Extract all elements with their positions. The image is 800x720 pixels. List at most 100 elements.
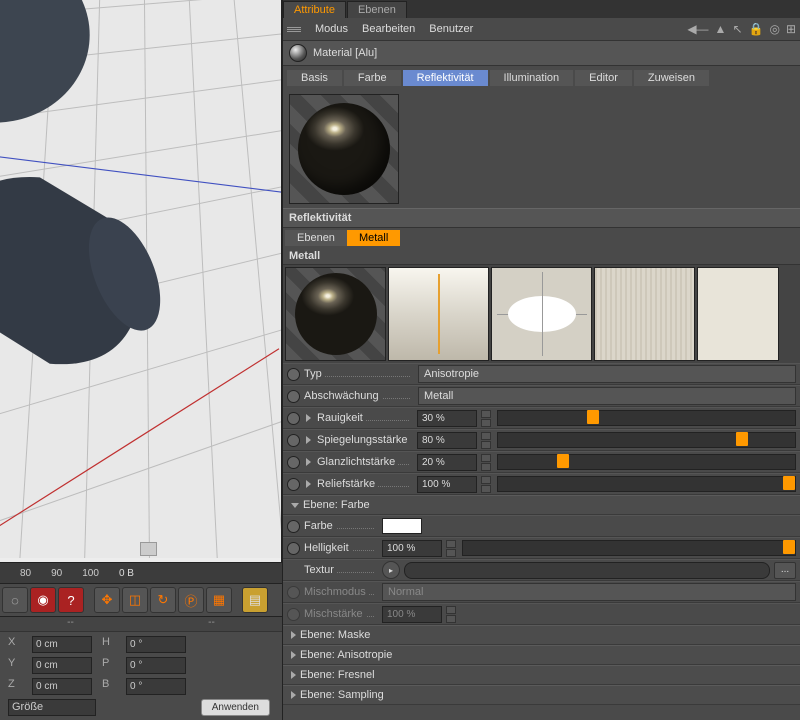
spinner-spiegel[interactable] xyxy=(481,432,491,449)
arrow-rauig[interactable] xyxy=(306,414,311,422)
dropdown-typ[interactable]: Anisotropie xyxy=(418,365,796,383)
b-input[interactable]: 0 ° xyxy=(126,678,186,695)
y-input[interactable]: 0 cm xyxy=(32,657,92,674)
slider-relief[interactable] xyxy=(497,476,796,492)
mtab-basis[interactable]: Basis xyxy=(287,70,342,86)
slider-glanz[interactable] xyxy=(497,454,796,470)
new-icon[interactable]: ⊞ xyxy=(786,22,796,36)
spinner-relief[interactable] xyxy=(481,476,491,493)
up-arrow-icon[interactable]: ▲ xyxy=(715,22,727,36)
radio-spiegel[interactable] xyxy=(287,434,300,447)
spinner-hell[interactable] xyxy=(446,540,456,557)
mtab-zuweisen[interactable]: Zuweisen xyxy=(634,70,709,86)
apply-button[interactable]: Anwenden xyxy=(201,699,270,716)
p-tool[interactable]: Ⓟ xyxy=(178,587,204,613)
mtab-reflektivitaet[interactable]: Reflektivität xyxy=(403,70,488,86)
scale-tool[interactable]: ◫ xyxy=(122,587,148,613)
mtab-illumination[interactable]: Illumination xyxy=(490,70,574,86)
collapse-sampling[interactable] xyxy=(291,691,296,699)
viewport-hint xyxy=(140,542,157,556)
textur-play-button[interactable]: ▸ xyxy=(382,561,400,579)
collapse-maske[interactable] xyxy=(291,631,296,639)
lock-icon[interactable]: 🔒 xyxy=(749,22,764,36)
arrow-glanz[interactable] xyxy=(306,458,311,466)
collapse-fresnel[interactable] xyxy=(291,671,296,679)
label-relief: Reliefstärke xyxy=(317,478,413,490)
radio-abschw[interactable] xyxy=(287,390,300,403)
collapse-ebene-farbe[interactable] xyxy=(291,503,299,508)
input-hell[interactable] xyxy=(382,540,442,557)
search-icon[interactable]: ↖ xyxy=(732,22,742,36)
radio-typ[interactable] xyxy=(287,368,300,381)
tool-1[interactable]: ◌ xyxy=(2,587,28,613)
target-icon[interactable]: ◎ xyxy=(769,22,779,36)
slider-hell[interactable] xyxy=(462,540,796,556)
x-label: X xyxy=(8,636,22,653)
radio-rauig[interactable] xyxy=(287,412,300,425)
dropdown-abschw[interactable]: Metall xyxy=(418,387,796,405)
input-spiegel[interactable] xyxy=(417,432,477,449)
spinner-rauig[interactable] xyxy=(481,410,491,427)
p-input[interactable]: 0 ° xyxy=(126,657,186,674)
input-relief[interactable] xyxy=(417,476,477,493)
label-rauig: Rauigkeit xyxy=(317,412,413,424)
mtab-editor[interactable]: Editor xyxy=(575,70,632,86)
x-input[interactable]: 0 cm xyxy=(32,636,92,653)
thumb-ellipse[interactable] xyxy=(491,267,592,361)
section-ebene-fresnel[interactable]: Ebene: Fresnel xyxy=(283,665,800,685)
slider-rauig[interactable] xyxy=(497,410,796,426)
h-label: H xyxy=(102,636,116,653)
menu-bearbeiten[interactable]: Bearbeiten xyxy=(362,23,415,35)
radio-farbe[interactable] xyxy=(287,520,300,533)
thumb-sphere[interactable] xyxy=(285,267,386,361)
film-tool[interactable]: ▤ xyxy=(242,587,268,613)
mtab-farbe[interactable]: Farbe xyxy=(344,70,401,86)
arrow-spiegel[interactable] xyxy=(306,436,311,444)
textur-more-button[interactable]: ... xyxy=(774,562,796,579)
grid-tool[interactable]: ▦ xyxy=(206,587,232,613)
h-input[interactable]: 0 ° xyxy=(126,636,186,653)
input-glanz[interactable] xyxy=(417,454,477,471)
subtab-metall[interactable]: Metall xyxy=(347,230,400,246)
record-help-button[interactable]: ? xyxy=(58,587,84,613)
tab-attribute[interactable]: Attribute xyxy=(283,1,346,18)
spinner-glanz[interactable] xyxy=(481,454,491,471)
menu-bar: Modus Bearbeiten Benutzer ◀— ▲ ↖ 🔒 ◎ ⊞ xyxy=(283,18,800,41)
section-ebene-maske[interactable]: Ebene: Maske xyxy=(283,625,800,645)
radio-hell[interactable] xyxy=(287,542,300,555)
subtab-ebenen[interactable]: Ebenen xyxy=(285,230,347,246)
material-sphere-icon xyxy=(289,44,307,62)
radio-relief[interactable] xyxy=(287,478,300,491)
thumb-blank[interactable] xyxy=(697,267,779,361)
menu-icon[interactable] xyxy=(287,22,301,36)
collapse-aniso[interactable] xyxy=(291,651,296,659)
section-reflektivitaet: Reflektivität xyxy=(283,208,800,228)
material-title: Material [Alu] xyxy=(313,47,377,59)
groesse-dropdown[interactable]: Größe xyxy=(8,699,96,716)
move-tool[interactable]: ✥ xyxy=(94,587,120,613)
thumb-line[interactable] xyxy=(388,267,489,361)
section-ebene-farbe[interactable]: Ebene: Farbe xyxy=(283,495,800,515)
label-abschw: Abschwächung xyxy=(304,390,414,402)
textur-input[interactable] xyxy=(404,562,770,579)
radio-glanz[interactable] xyxy=(287,456,300,469)
tab-ebenen[interactable]: Ebenen xyxy=(347,1,407,18)
preview-sphere xyxy=(298,103,390,195)
z-input[interactable]: 0 cm xyxy=(32,678,92,695)
back-icon[interactable]: ◀— xyxy=(687,22,708,36)
menu-modus[interactable]: Modus xyxy=(315,23,348,35)
thumb-aniso[interactable] xyxy=(594,267,695,361)
section-ebene-aniso[interactable]: Ebene: Anisotropie xyxy=(283,645,800,665)
section-ebene-sampling[interactable]: Ebene: Sampling xyxy=(283,685,800,705)
material-preview[interactable] xyxy=(289,94,794,204)
menu-benutzer[interactable]: Benutzer xyxy=(429,23,473,35)
timeline[interactable]: 80 90 100 0 B xyxy=(0,562,282,584)
viewport[interactable] xyxy=(0,0,282,562)
arrow-relief[interactable] xyxy=(306,480,311,488)
record-button[interactable]: ◉ xyxy=(30,587,56,613)
z-label: Z xyxy=(8,678,22,695)
rotate-tool[interactable]: ↻ xyxy=(150,587,176,613)
color-swatch[interactable] xyxy=(382,518,422,534)
input-rauig[interactable] xyxy=(417,410,477,427)
slider-spiegel[interactable] xyxy=(497,432,796,448)
